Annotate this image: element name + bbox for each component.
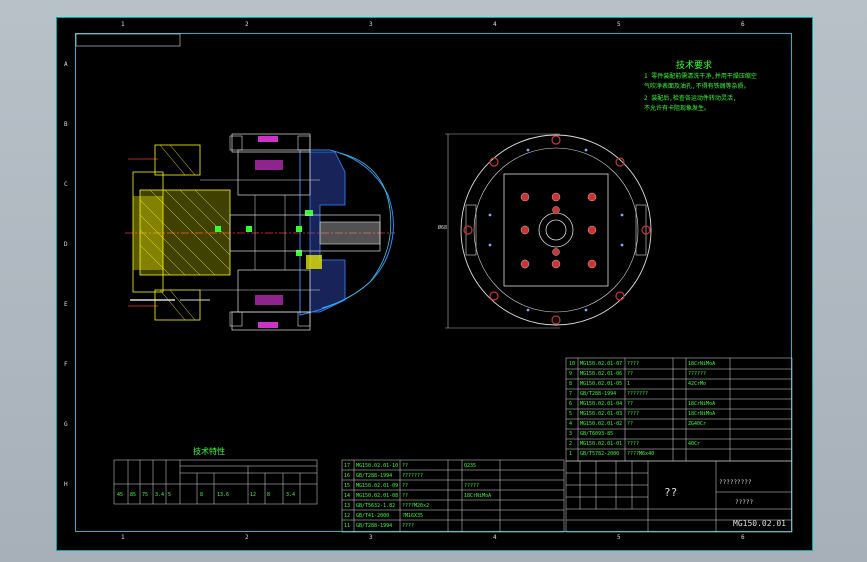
plan-view bbox=[445, 133, 652, 329]
bom-row-material: 18CrNiMoA bbox=[688, 361, 716, 367]
bom-row-code: GB/T288-1994 bbox=[356, 473, 393, 479]
bom-row-code: MG150.02.01-01 bbox=[580, 441, 623, 447]
bom-row-name: ????M6x40 bbox=[627, 451, 655, 457]
bom-row-no: 11 bbox=[344, 523, 351, 529]
tech-req-line-1: 1 零件装配前需清洗干净,并用干燥压缩空 bbox=[644, 73, 757, 80]
bom-row-material: 18CrNiMoA bbox=[464, 493, 492, 499]
bom-row-material: ZG40Cr bbox=[688, 421, 707, 427]
bom-row-code: MG150.02.01-05 bbox=[580, 381, 623, 387]
bom-row-code: MG150.02.01-09 bbox=[356, 483, 399, 489]
bom-row-no: 7 bbox=[569, 391, 573, 397]
tech-req-line-3: 2 装配后,检查各运动件转动灵活, bbox=[644, 95, 737, 102]
bom-row-name: ?? bbox=[402, 463, 409, 469]
bom-row-code: MG150.02.01-08 bbox=[356, 493, 399, 499]
bom-row-name: ???? bbox=[402, 523, 415, 529]
bom-row-name: ???? bbox=[627, 361, 640, 367]
tech-req-line-2: 气吹净表面及油孔,不得有铁屑等杂质。 bbox=[644, 83, 750, 90]
bom-row-name: ?? bbox=[627, 401, 634, 407]
diameter-dimension: Ø68 bbox=[438, 225, 448, 231]
bom-row-code: MG150.02.01-10 bbox=[356, 463, 399, 469]
bom-row-material: Q235 bbox=[464, 463, 477, 469]
bom-row-no: 9 bbox=[569, 371, 573, 377]
bom-row-name: ???? bbox=[627, 441, 640, 447]
bom-row-code: GB/T288-1994 bbox=[356, 523, 393, 529]
bom-row-no: 12 bbox=[344, 513, 351, 519]
bom-row-no: 17 bbox=[344, 463, 351, 469]
bom-row-no: 15 bbox=[344, 483, 351, 489]
tech-spec-cell: 3.4 bbox=[155, 492, 165, 498]
bom-row-no: 13 bbox=[344, 503, 351, 509]
bom-row-name: ??????? bbox=[402, 473, 424, 479]
bom-row-name: ???? bbox=[627, 411, 640, 417]
bom-row-no: 16 bbox=[344, 473, 351, 479]
drawing-number: MG150.02.01 bbox=[733, 519, 786, 528]
bom-row-material: 18CrNiMoA bbox=[688, 401, 716, 407]
bom-row-name: ????M20x2 bbox=[402, 503, 430, 509]
bom-row-name: ?? bbox=[627, 371, 634, 377]
bom-row-code: MG150.02.01-02 bbox=[580, 421, 623, 427]
bom-row-material: ????? bbox=[464, 483, 480, 489]
sub-title: ????? bbox=[735, 499, 754, 506]
bom-row-no: 14 bbox=[344, 493, 351, 499]
bom-row-no: 8 bbox=[569, 381, 573, 387]
bom-row-code: GB/T41-2000 bbox=[356, 513, 390, 519]
unit-name: ????????? bbox=[719, 479, 752, 486]
bom-row-no: 3 bbox=[569, 431, 573, 437]
tech-spec-cell: 45 bbox=[117, 492, 124, 498]
bom-row-code: GB/T288-1994 bbox=[580, 391, 617, 397]
bom-row-code: GB/T5782-2000 bbox=[580, 451, 620, 457]
bom-row-material: 42CrMo bbox=[688, 381, 707, 387]
tech-req-line-4: 不允许有卡阻现象发生。 bbox=[644, 105, 711, 112]
bom-row-no: 5 bbox=[569, 411, 573, 417]
tech-spec-cell: 13.6 bbox=[217, 492, 230, 498]
bom-row-material: 18CrNiMoA bbox=[688, 411, 716, 417]
tech-spec-cell: 8 bbox=[267, 492, 271, 498]
bom-row-name: ?? bbox=[402, 493, 409, 499]
tech-spec-cell: 8 bbox=[200, 492, 204, 498]
bom-row-no: 10 bbox=[569, 361, 576, 367]
bom-row-name: ?M16X35 bbox=[402, 513, 424, 519]
bom-row-no: 2 bbox=[569, 441, 573, 447]
title-strip-box bbox=[75, 33, 181, 47]
tech-spec-cell: 5 bbox=[168, 492, 172, 498]
bom-row-material: ?????? bbox=[688, 371, 707, 377]
bom-row-name: 1 bbox=[627, 381, 631, 387]
bom-row-name: ?? bbox=[402, 483, 409, 489]
bom-row-no: 1 bbox=[569, 451, 573, 457]
bom-row-code: GB/T5632-1.82 bbox=[356, 503, 396, 509]
bom-row-code: GB/T6093-85 bbox=[580, 431, 614, 437]
section-view bbox=[125, 133, 395, 331]
tech-spec-cell: 3.4 bbox=[286, 492, 296, 498]
bom-row-name: ??????? bbox=[627, 391, 649, 397]
tech-spec-cell: 75 bbox=[142, 492, 149, 498]
bom-row-name: ?? bbox=[627, 421, 634, 427]
tech-spec-cell: 85 bbox=[130, 492, 137, 498]
bom-row-code: MG150.02.01-06 bbox=[580, 371, 623, 377]
bom-row-no: 4 bbox=[569, 421, 573, 427]
bom-row-material: 40Cr bbox=[688, 441, 701, 447]
tech-req-title: 技术要求 bbox=[676, 61, 713, 71]
bom-row-code: MG150.02.01-03 bbox=[580, 411, 623, 417]
part-name: ?? bbox=[664, 486, 678, 499]
bom-row-no: 6 bbox=[569, 401, 573, 407]
bom-row-code: MG150.02.01-04 bbox=[580, 401, 623, 407]
bom-row-code: MG150.02.01-07 bbox=[580, 361, 623, 367]
tech-spec-title: 技术特性 bbox=[193, 447, 225, 456]
tech-spec-cell: 12 bbox=[250, 492, 257, 498]
